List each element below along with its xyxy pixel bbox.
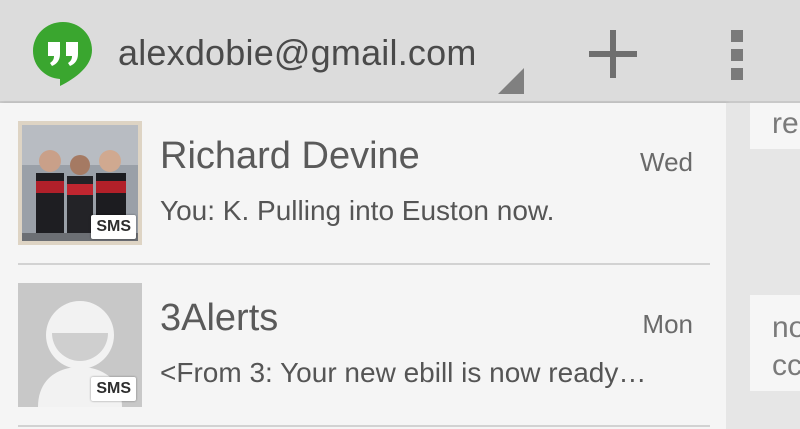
plus-icon[interactable] — [583, 24, 643, 84]
conversation-row[interactable]: SMS Richard Devine Wed You: K. Pulling i… — [0, 103, 726, 265]
action-bar: alexdobie@gmail.com — [0, 0, 800, 103]
sms-badge: SMS — [91, 377, 136, 401]
hangouts-logo-icon[interactable] — [30, 20, 96, 86]
account-email: alexdobie@gmail.com — [118, 32, 477, 73]
message-time: Wed — [640, 147, 693, 177]
peek-text: re — [772, 107, 799, 140]
account-spinner[interactable]: alexdobie@gmail.com — [110, 18, 530, 98]
default-avatar[interactable]: SMS — [18, 283, 142, 407]
peek-message-bubble: no cc — [750, 295, 800, 391]
dropdown-triangle-icon — [498, 68, 524, 94]
contact-name: Richard Devine — [160, 135, 420, 177]
peek-text: cc — [772, 349, 800, 382]
overflow-dot — [731, 49, 743, 61]
overflow-dot — [731, 30, 743, 42]
message-time: Mon — [642, 309, 693, 339]
peek-text: no — [772, 311, 800, 344]
conversation-list: SMS Richard Devine Wed You: K. Pulling i… — [0, 103, 726, 429]
conversation-row[interactable]: SMS 3Alerts Mon <From 3: Your new ebill … — [0, 265, 726, 427]
overflow-dot — [731, 68, 743, 80]
hangouts-app: alexdobie@gmail.com SMS Richard Devine W… — [0, 0, 800, 429]
row-divider — [18, 425, 710, 427]
contact-name: 3Alerts — [160, 297, 279, 339]
message-snippet: You: K. Pulling into Euston now. — [160, 195, 555, 226]
sms-badge: SMS — [91, 215, 136, 239]
overflow-menu-icon[interactable] — [718, 22, 758, 82]
conversation-peek-panel[interactable]: re no cc — [726, 103, 800, 429]
message-snippet: <From 3: Your new ebill is now ready… — [160, 357, 647, 388]
contact-photo-avatar[interactable]: SMS — [18, 121, 142, 245]
peek-message-bubble: re — [750, 103, 800, 149]
